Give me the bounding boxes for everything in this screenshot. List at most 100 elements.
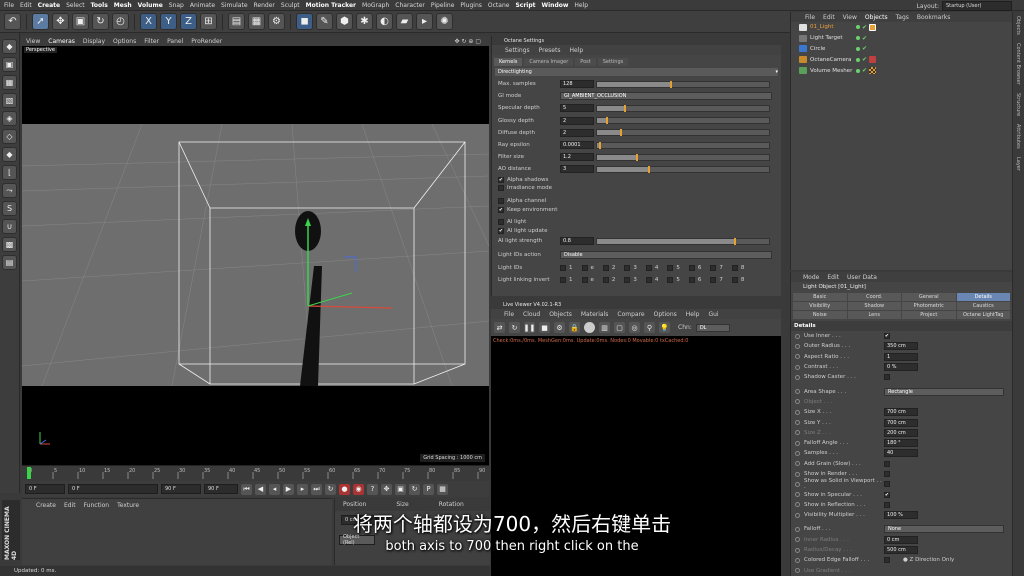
light-id-checkbox[interactable] xyxy=(688,264,695,271)
channel-dropdown[interactable]: DL xyxy=(695,323,730,332)
end-frame-field[interactable]: 90 F xyxy=(161,484,201,494)
light-id-checkbox[interactable] xyxy=(581,276,588,283)
checker-tag-icon[interactable] xyxy=(869,67,877,75)
side-tab-structure[interactable]: Structure xyxy=(1013,89,1021,120)
visibility-dot-icon[interactable] xyxy=(856,25,860,30)
cube-icon[interactable]: ◼ xyxy=(296,13,313,30)
menu-script[interactable]: Script xyxy=(515,2,535,9)
autokey-icon[interactable]: ◉ xyxy=(353,483,364,495)
viewport-menu-display[interactable]: Display xyxy=(83,38,105,45)
attribute-dropdown-area-shape[interactable]: Rectangle xyxy=(884,387,1004,396)
enabled-check-icon[interactable]: ✔ xyxy=(862,45,867,52)
param-slider-specular-depth[interactable] xyxy=(596,104,770,112)
go-end-icon[interactable]: ⏭ xyxy=(311,483,322,495)
camera-icon[interactable]: ▸ xyxy=(416,13,433,30)
attribute-checkbox-use-inner[interactable]: ✔ xyxy=(884,333,890,340)
select-arrow-icon[interactable]: ➚ xyxy=(32,13,49,30)
checkbox-alpha-channel[interactable] xyxy=(498,197,504,204)
keyframe-radio-icon[interactable] xyxy=(795,374,800,380)
timeline[interactable]: 051015202530354045505560657075808590 xyxy=(22,465,489,479)
live-menu-file[interactable]: File xyxy=(504,311,514,318)
keyframe-radio-icon[interactable] xyxy=(795,568,800,574)
keyframe-radio-icon[interactable] xyxy=(795,364,800,370)
preview-end-field[interactable]: 90 F xyxy=(204,484,238,494)
live-menu-help[interactable]: Help xyxy=(686,311,700,318)
light-id-checkbox[interactable] xyxy=(688,276,695,283)
polygons-mode-icon[interactable]: ◆ xyxy=(2,147,17,162)
octane-menu-help[interactable]: Help xyxy=(569,47,583,54)
enabled-check-icon[interactable]: ✔ xyxy=(862,24,867,31)
slider-knob[interactable] xyxy=(623,104,626,112)
viewport[interactable]: Perspective Grid Spacing : 1000 cm xyxy=(22,46,489,465)
lock-icon[interactable]: 🔒 xyxy=(569,322,580,333)
keyframe-radio-icon[interactable] xyxy=(795,389,800,395)
menu-character[interactable]: Character xyxy=(395,2,425,9)
tweak-icon[interactable]: ⤳ xyxy=(2,183,17,198)
ai-light-strength-field[interactable]: 0.8 xyxy=(560,237,594,246)
region-icon[interactable]: ▢ xyxy=(614,322,625,333)
checkbox-keep-environment[interactable]: ✔ xyxy=(498,206,504,213)
kernel-dropdown[interactable]: Directlighting ▾ xyxy=(495,68,778,76)
octane-menu-settings[interactable]: Settings xyxy=(505,47,530,54)
viewport-menu-options[interactable]: Options xyxy=(113,38,136,45)
light-id-checkbox[interactable] xyxy=(710,276,717,283)
menu-tools[interactable]: Tools xyxy=(91,2,108,9)
object-item-circle[interactable]: Circle ✔ xyxy=(791,44,1012,55)
layout-dropdown[interactable]: Startup (User) xyxy=(942,1,1012,11)
rotate-key-icon[interactable]: ↻ xyxy=(409,483,420,495)
menu-plugins[interactable]: Plugins xyxy=(460,2,482,9)
live-menu-materials[interactable]: Materials xyxy=(581,311,609,318)
param-field-diffuse-depth[interactable]: 2 xyxy=(560,128,594,137)
attribute-tab-visibility[interactable]: Visibility xyxy=(793,302,847,310)
recent-tools-icon[interactable]: ◴ xyxy=(112,13,129,30)
light-id-checkbox[interactable] xyxy=(667,276,674,283)
menu-render[interactable]: Render xyxy=(254,2,275,9)
light-id-checkbox[interactable] xyxy=(645,276,652,283)
z-axis-icon[interactable]: Z xyxy=(180,13,197,30)
attribute-menu-user-data[interactable]: User Data xyxy=(847,274,877,281)
floor-icon[interactable]: ▰ xyxy=(396,13,413,30)
object-menu-bookmarks[interactable]: Bookmarks xyxy=(917,14,951,21)
light-id-checkbox[interactable] xyxy=(667,264,674,271)
move-key-icon[interactable]: ✥ xyxy=(381,483,392,495)
prev-key-icon[interactable]: ◀ xyxy=(255,483,266,495)
start-frame-field[interactable]: 0 F xyxy=(25,484,65,494)
light-id-checkbox[interactable] xyxy=(710,264,717,271)
attribute-tab-noise[interactable]: Noise xyxy=(793,311,847,319)
param-field-filter-size[interactable]: 1.2 xyxy=(560,153,594,162)
attribute-menu-mode[interactable]: Mode xyxy=(803,274,819,281)
attribute-checkbox-show-in-render[interactable] xyxy=(884,471,890,477)
attribute-tab-photometric[interactable]: Photometric xyxy=(902,302,956,310)
stop-icon[interactable]: ■ xyxy=(539,322,550,333)
attribute-checkbox-show-as-solid-in-viewport[interactable] xyxy=(884,481,890,488)
keyframe-radio-icon[interactable] xyxy=(795,333,800,339)
rotate-icon[interactable]: ↻ xyxy=(92,13,109,30)
texture-mode-icon[interactable]: ▦ xyxy=(2,75,17,90)
coord-system-icon[interactable]: ⊞ xyxy=(200,13,217,30)
keyframe-radio-icon[interactable] xyxy=(795,440,800,446)
subdivision-icon[interactable]: ⬢ xyxy=(336,13,353,30)
menu-mograph[interactable]: MoGraph xyxy=(362,2,389,9)
attribute-checkbox-shadow-caster[interactable] xyxy=(884,374,890,381)
viewport-menu-filter[interactable]: Filter xyxy=(144,38,159,45)
attribute-field-falloff-angle[interactable]: 180 ° xyxy=(884,439,918,448)
keyframe-radio-icon[interactable] xyxy=(795,481,800,487)
axis-mode-icon[interactable]: ⌊ xyxy=(2,165,17,180)
live-menu-gui[interactable]: Gui xyxy=(708,311,718,318)
restart-icon[interactable]: ↻ xyxy=(509,322,520,333)
magnet-icon[interactable]: ∪ xyxy=(2,219,17,234)
tab-post[interactable]: Post xyxy=(575,58,596,66)
deformer-icon[interactable]: ◐ xyxy=(376,13,393,30)
attribute-checkbox-show-in-specular[interactable]: ✔ xyxy=(884,491,890,498)
attribute-tab-shadow[interactable]: Shadow xyxy=(847,302,901,310)
light-id-checkbox[interactable] xyxy=(731,276,738,283)
object-item-volume-mesher[interactable]: Volume Mesher ✔ xyxy=(791,65,1012,76)
attribute-field-contrast[interactable]: 0 % xyxy=(884,363,918,372)
keyframe-radio-icon[interactable] xyxy=(795,343,800,349)
attribute-field-outer-radius[interactable]: 350 cm xyxy=(884,342,918,351)
param-slider-ao-distance[interactable] xyxy=(596,165,770,173)
viewport-menu-prorender[interactable]: ProRender xyxy=(191,38,222,45)
bulb-icon[interactable]: 💡 xyxy=(659,322,670,333)
timeline-ruler[interactable]: 051015202530354045505560657075808590 xyxy=(22,466,489,480)
object-item-octanecamera[interactable]: OctaneCamera ✔ xyxy=(791,54,1012,65)
